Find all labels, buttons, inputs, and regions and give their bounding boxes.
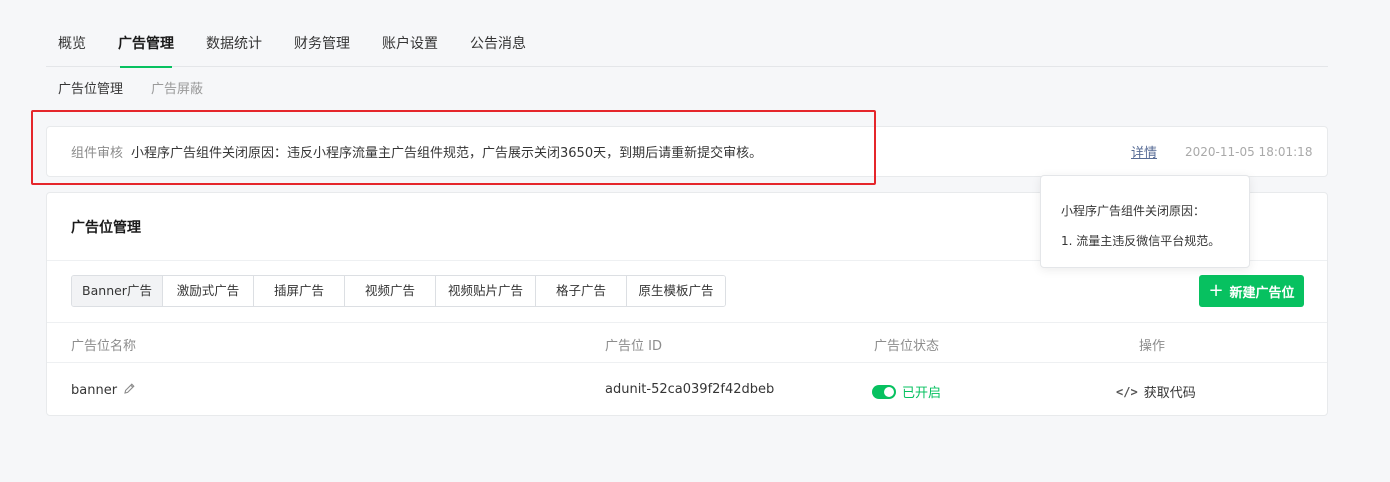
subtab-ad-slot-management[interactable]: 广告位管理 [58, 78, 123, 97]
cell-status: 已开启 [872, 382, 941, 401]
new-ad-slot-button[interactable]: + 新建广告位 [1199, 275, 1304, 307]
divider [47, 322, 1327, 323]
pencil-icon[interactable] [123, 382, 136, 399]
plus-icon: + [1208, 280, 1224, 301]
status-text: 已开启 [902, 386, 942, 401]
col-header-id: 广告位 ID [605, 339, 662, 354]
code-icon: </> [1116, 384, 1138, 399]
ad-type-rewarded[interactable]: 激励式广告 [163, 276, 254, 306]
detail-popover: 小程序广告组件关闭原因： 1. 流量主违反微信平台规范。 [1040, 175, 1250, 268]
page: 概览 广告管理 数据统计 财务管理 账户设置 公告消息 广告位管理 广告屏蔽 组… [0, 0, 1390, 482]
tab-overview[interactable]: 概览 [46, 22, 98, 67]
get-code-link[interactable]: </> 获取代码 [1116, 382, 1196, 402]
get-code-label: 获取代码 [1143, 386, 1196, 401]
new-ad-slot-label: 新建广告位 [1229, 285, 1295, 301]
notice-detail-link[interactable]: 详情 [1131, 142, 1157, 161]
ad-type-native-template[interactable]: 原生模板广告 [627, 276, 725, 306]
review-notice: 组件审核 小程序广告组件关闭原因：违反小程序流量主广告组件规范，广告展示关闭36… [46, 126, 1328, 177]
col-header-status: 广告位状态 [874, 339, 940, 354]
tab-announcements[interactable]: 公告消息 [458, 22, 538, 67]
sub-nav: 广告位管理 广告屏蔽 [58, 78, 203, 97]
divider [47, 362, 1327, 363]
ad-type-tabs: Banner广告 激励式广告 插屏广告 视频广告 视频贴片广告 格子广告 原生模… [71, 275, 726, 307]
tab-finance[interactable]: 财务管理 [282, 22, 362, 67]
tab-account-settings[interactable]: 账户设置 [370, 22, 450, 67]
tab-statistics[interactable]: 数据统计 [194, 22, 274, 67]
col-header-action: 操作 [1139, 339, 1166, 354]
status-toggle[interactable] [872, 384, 896, 399]
popover-item: 1. 流量主违反微信平台规范。 [1061, 234, 1221, 248]
ad-type-video-preroll[interactable]: 视频贴片广告 [436, 276, 536, 306]
ad-type-grid[interactable]: 格子广告 [536, 276, 627, 306]
tab-ad-management[interactable]: 广告管理 [106, 22, 186, 68]
popover-title: 小程序广告组件关闭原因： [1061, 204, 1206, 218]
card-title: 广告位管理 [71, 220, 141, 236]
top-nav: 概览 广告管理 数据统计 财务管理 账户设置 公告消息 [46, 22, 1328, 68]
notice-label: 组件审核 [71, 146, 124, 161]
subtab-ad-blocking[interactable]: 广告屏蔽 [151, 78, 203, 97]
ad-type-banner[interactable]: Banner广告 [72, 276, 163, 306]
ad-type-interstitial[interactable]: 插屏广告 [254, 276, 345, 306]
notice-message: 小程序广告组件关闭原因：违反小程序流量主广告组件规范，广告展示关闭3650天，到… [131, 146, 763, 161]
ad-slot-name: banner [71, 383, 118, 398]
col-header-name: 广告位名称 [71, 339, 137, 354]
notice-time: 2020-11-05 18:01:18 [1185, 144, 1313, 159]
ad-slot-id: adunit-52ca039f2f42dbeb [605, 382, 775, 397]
ad-type-video[interactable]: 视频广告 [345, 276, 436, 306]
cell-name: banner [71, 382, 136, 399]
cell-id: adunit-52ca039f2f42dbeb [605, 382, 774, 397]
